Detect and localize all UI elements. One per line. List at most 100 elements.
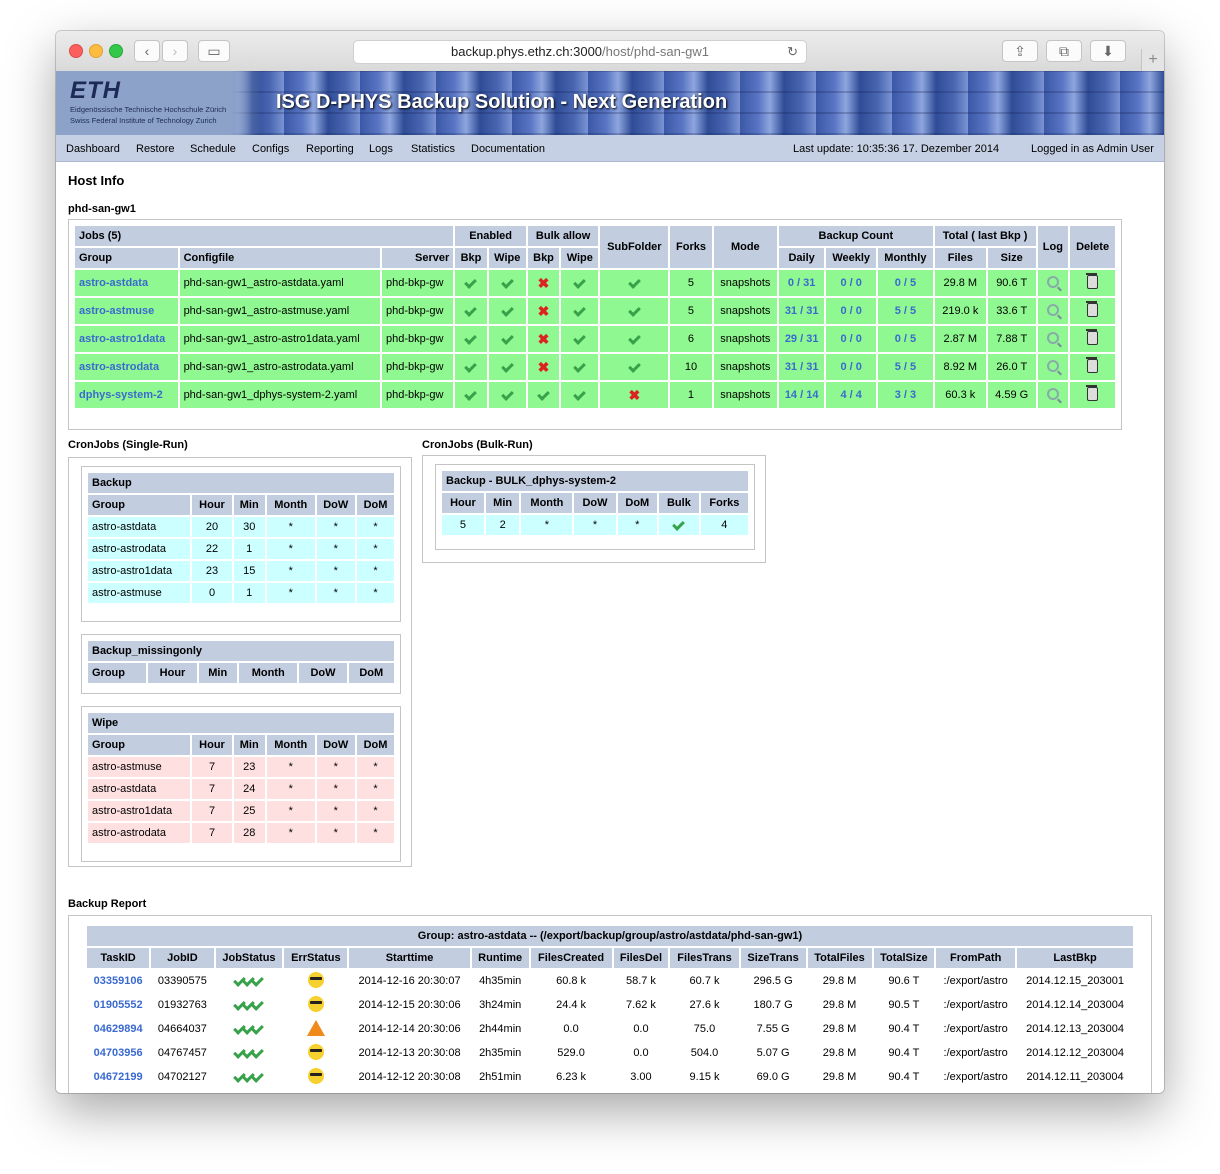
job-bulk-wipe[interactable] — [561, 382, 599, 408]
report-taskid-link[interactable]: 01905552 — [87, 994, 149, 1016]
job-log-cell[interactable] — [1037, 270, 1069, 296]
job-bulk-bkp[interactable] — [527, 382, 560, 408]
zoom-window-button[interactable] — [109, 44, 123, 58]
menu-schedule[interactable]: Schedule — [190, 143, 236, 155]
menu-logs[interactable]: Logs — [369, 143, 393, 155]
job-subfolder[interactable]: ✖ — [600, 382, 669, 408]
menu-reporting[interactable]: Reporting — [306, 143, 354, 155]
job-log-cell[interactable] — [1037, 354, 1069, 380]
job-en-bkp[interactable] — [455, 354, 487, 380]
job-bulk-bkp[interactable]: ✖ — [527, 354, 560, 380]
job-bulk-bkp[interactable]: ✖ — [527, 326, 560, 352]
trash-icon[interactable] — [1086, 300, 1099, 317]
trash-icon[interactable] — [1086, 272, 1099, 289]
job-weekly-link[interactable]: 0 / 0 — [826, 298, 877, 324]
cron-month: * — [266, 779, 315, 799]
job-en-bkp[interactable] — [455, 382, 487, 408]
job-bulk-wipe[interactable] — [561, 326, 599, 352]
job-daily-link[interactable]: 14 / 14 — [778, 382, 825, 408]
job-bulk-wipe[interactable] — [561, 354, 599, 380]
minimize-window-button[interactable] — [89, 44, 103, 58]
job-en-wipe[interactable] — [488, 270, 526, 296]
sidebar-toggle-icon[interactable]: ▭ — [198, 40, 230, 62]
trash-icon[interactable] — [1086, 384, 1099, 401]
job-delete-cell[interactable] — [1070, 298, 1115, 324]
job-group-link[interactable]: astro-astdata — [75, 270, 178, 296]
report-taskid-link[interactable]: 04672199 — [87, 1066, 149, 1088]
job-en-bkp[interactable] — [455, 270, 487, 296]
job-monthly-link[interactable]: 3 / 3 — [878, 382, 933, 408]
job-subfolder[interactable] — [600, 354, 669, 380]
job-weekly-link[interactable]: 4 / 4 — [826, 382, 877, 408]
table-row: 03359106 03390575 2014-12-16 20:30:07 4h35m… — [87, 970, 1133, 992]
cron-group: astro-astmuse — [88, 757, 191, 777]
job-weekly-link[interactable]: 0 / 0 — [826, 326, 877, 352]
magnifier-icon[interactable] — [1046, 275, 1059, 288]
job-subfolder[interactable] — [600, 326, 669, 352]
job-configfile: phd-san-gw1_astro-astdata.yaml — [179, 270, 381, 296]
report-taskid-link[interactable]: 03359106 — [87, 970, 149, 992]
job-delete-cell[interactable] — [1070, 354, 1115, 380]
cron-dom: * — [356, 539, 394, 559]
address-bar[interactable]: backup.phys.ethz.ch:3000/host/phd-san-gw… — [353, 40, 807, 64]
job-weekly-link[interactable]: 0 / 0 — [826, 270, 877, 296]
job-en-wipe[interactable] — [488, 354, 526, 380]
job-group-link[interactable]: astro-astro1data — [75, 326, 178, 352]
job-group-link[interactable]: astro-astmuse — [75, 298, 178, 324]
share-icon[interactable]: ⇪ — [1002, 40, 1038, 62]
magnifier-icon[interactable] — [1046, 303, 1059, 316]
job-log-cell[interactable] — [1037, 326, 1069, 352]
job-en-wipe[interactable] — [488, 298, 526, 324]
menu-dashboard[interactable]: Dashboard — [66, 143, 120, 155]
job-monthly-link[interactable]: 5 / 5 — [878, 298, 933, 324]
job-size: 7.88 T — [987, 326, 1036, 352]
job-delete-cell[interactable] — [1070, 270, 1115, 296]
trash-icon[interactable] — [1086, 328, 1099, 345]
job-en-wipe[interactable] — [488, 326, 526, 352]
job-monthly-link[interactable]: 0 / 5 — [878, 326, 933, 352]
menu-statistics[interactable]: Statistics — [411, 143, 455, 155]
job-delete-cell[interactable] — [1070, 326, 1115, 352]
forward-button[interactable]: › — [162, 40, 188, 62]
job-group-link[interactable]: dphys-system-2 — [75, 382, 178, 408]
job-daily-link[interactable]: 0 / 31 — [778, 270, 825, 296]
close-window-button[interactable] — [69, 44, 83, 58]
menu-restore[interactable]: Restore — [136, 143, 175, 155]
magnifier-icon[interactable] — [1046, 331, 1059, 344]
new-tab-button[interactable]: + — [1141, 49, 1164, 71]
report-taskid-link[interactable]: 04703956 — [87, 1042, 149, 1064]
tabs-overview-icon[interactable]: ⧉ — [1046, 40, 1082, 62]
job-subfolder[interactable] — [600, 270, 669, 296]
job-daily-link[interactable]: 29 / 31 — [778, 326, 825, 352]
report-taskid-link[interactable]: 04629894 — [87, 1018, 149, 1040]
job-monthly-link[interactable]: 0 / 5 — [878, 270, 933, 296]
menu-configs[interactable]: Configs — [252, 143, 289, 155]
menu-documentation[interactable]: Documentation — [471, 143, 545, 155]
job-daily-link[interactable]: 31 / 31 — [778, 354, 825, 380]
job-log-cell[interactable] — [1037, 298, 1069, 324]
job-delete-cell[interactable] — [1070, 382, 1115, 408]
reload-icon[interactable]: ↻ — [787, 41, 798, 63]
magnifier-icon[interactable] — [1046, 359, 1059, 372]
report-col-sizetrans: SizeTrans — [740, 948, 806, 968]
downloads-icon[interactable]: ⬇ — [1090, 40, 1126, 62]
col-group: Group — [88, 663, 147, 683]
job-en-wipe[interactable] — [488, 382, 526, 408]
login-status[interactable]: Logged in as Admin User — [1031, 143, 1154, 155]
back-button[interactable]: ‹ — [134, 40, 160, 62]
magnifier-icon[interactable] — [1046, 387, 1059, 400]
trash-icon[interactable] — [1086, 356, 1099, 373]
job-daily-link[interactable]: 31 / 31 — [778, 298, 825, 324]
job-en-bkp[interactable] — [455, 298, 487, 324]
job-bulk-wipe[interactable] — [561, 298, 599, 324]
job-bulk-bkp[interactable]: ✖ — [527, 298, 560, 324]
job-log-cell[interactable] — [1037, 382, 1069, 408]
job-subfolder[interactable] — [600, 298, 669, 324]
cron-single-title: CronJobs (Single-Run) — [68, 439, 188, 451]
job-group-link[interactable]: astro-astrodata — [75, 354, 178, 380]
job-bulk-wipe[interactable] — [561, 270, 599, 296]
job-bulk-bkp[interactable]: ✖ — [527, 270, 560, 296]
job-en-bkp[interactable] — [455, 326, 487, 352]
job-monthly-link[interactable]: 5 / 5 — [878, 354, 933, 380]
job-weekly-link[interactable]: 0 / 0 — [826, 354, 877, 380]
